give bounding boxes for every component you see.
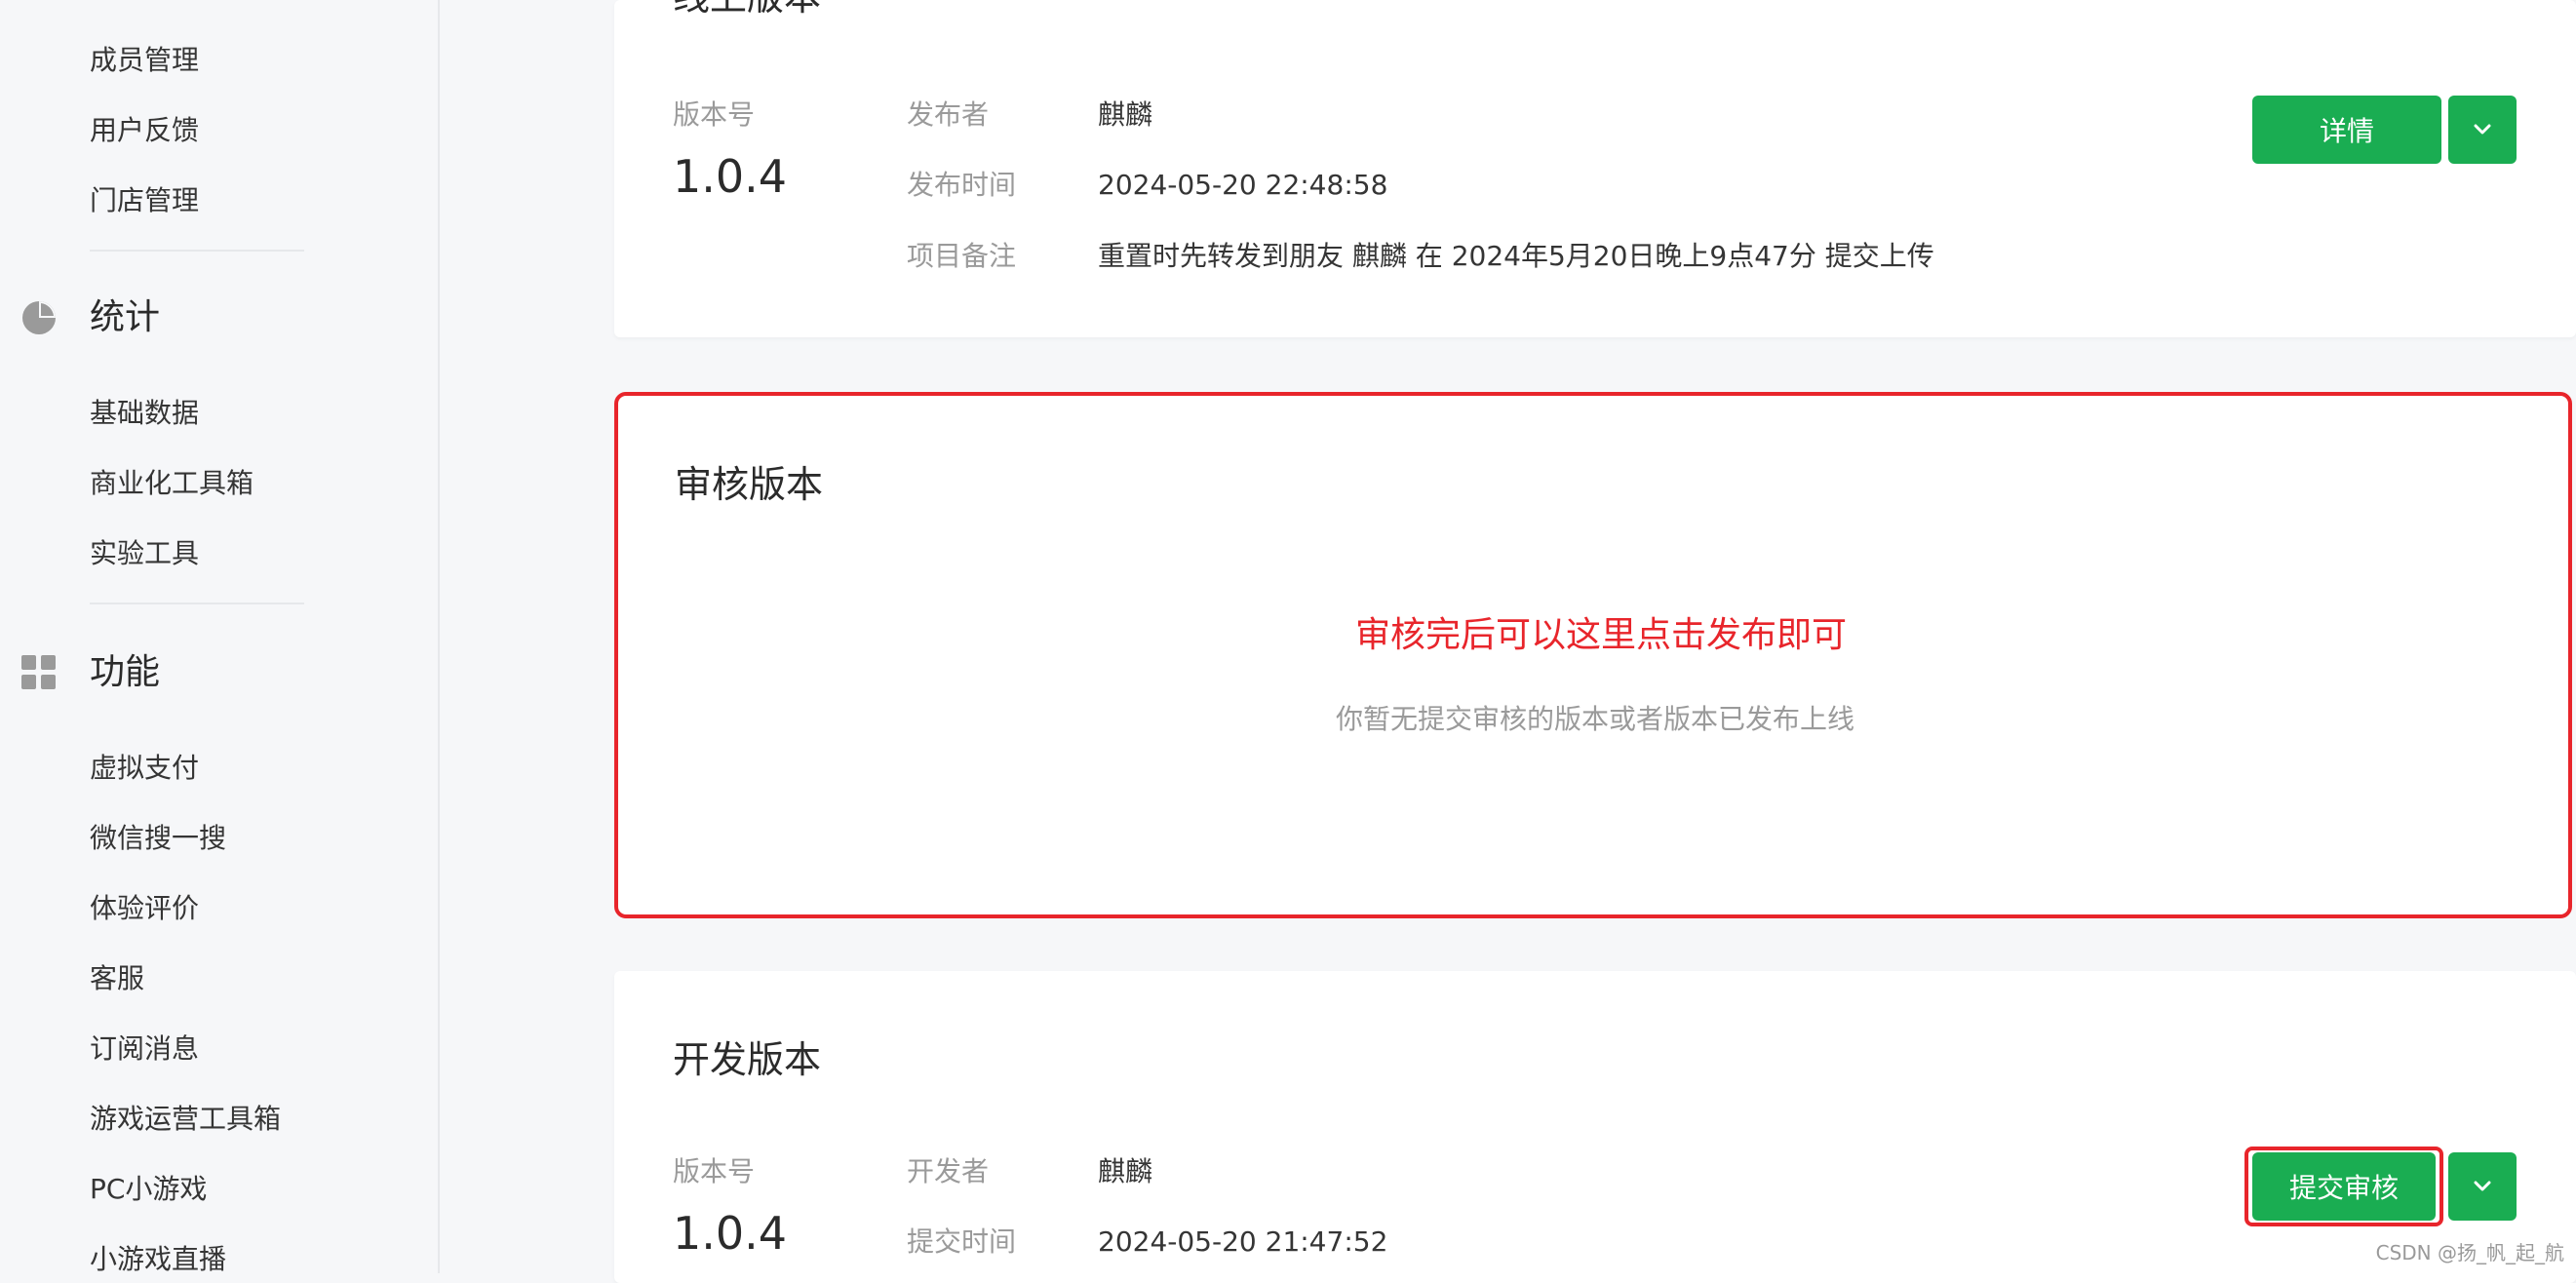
remark-value: 重置时先转发到朋友 麒麟 在 2024年5月20日晚上9点47分 提交上传 bbox=[1098, 240, 1934, 272]
sidebar-divider bbox=[90, 250, 304, 252]
version-label: 版本号 bbox=[673, 1155, 756, 1187]
submit-time-value: 2024-05-20 21:47:52 bbox=[1098, 1225, 1388, 1258]
developer-label: 开发者 bbox=[907, 1155, 990, 1187]
publish-time-value: 2024-05-20 22:48:58 bbox=[1098, 169, 1388, 201]
sidebar-item-game-live[interactable]: 小游戏直播 bbox=[90, 1242, 226, 1277]
watermark: CSDN @扬_帆_起_航 bbox=[2375, 1241, 2564, 1264]
online-more-dropdown[interactable] bbox=[2448, 96, 2517, 164]
review-empty-hint: 你暂无提交审核的版本或者版本已发布上线 bbox=[1336, 703, 1855, 735]
sidebar-category-features[interactable]: 功能 bbox=[90, 651, 160, 694]
remark-label: 项目备注 bbox=[907, 240, 1017, 272]
sidebar-item-commerce-tools[interactable]: 商业化工具箱 bbox=[90, 466, 254, 501]
annotation-text: 审核完后可以这里点击发布即可 bbox=[1355, 615, 1848, 655]
sidebar-item-subscribe-msg[interactable]: 订阅消息 bbox=[90, 1031, 199, 1067]
online-version-number: 1.0.4 bbox=[673, 150, 788, 203]
sidebar-partial-item bbox=[90, 0, 148, 6]
dev-version-title: 开发版本 bbox=[673, 1038, 822, 1081]
publisher-value: 麒麟 bbox=[1098, 98, 1153, 131]
dev-version-number: 1.0.4 bbox=[673, 1207, 788, 1260]
sidebar-item-basic-data[interactable]: 基础数据 bbox=[90, 396, 199, 431]
submit-review-button[interactable]: 提交审核 bbox=[2252, 1152, 2436, 1221]
chevron-down-icon bbox=[2474, 124, 2491, 135]
submit-time-label: 提交时间 bbox=[907, 1225, 1017, 1258]
sidebar-item-stores[interactable]: 门店管理 bbox=[90, 183, 199, 218]
sidebar-item-wechat-search[interactable]: 微信搜一搜 bbox=[90, 821, 226, 856]
pie-chart-icon bbox=[22, 301, 56, 334]
sidebar-item-virtual-pay[interactable]: 虚拟支付 bbox=[90, 751, 199, 786]
sidebar-item-experience-review[interactable]: 体验评价 bbox=[90, 891, 199, 926]
sidebar-divider bbox=[90, 603, 304, 604]
chevron-down-icon bbox=[2474, 1181, 2491, 1191]
version-label: 版本号 bbox=[673, 98, 756, 131]
sidebar-item-feedback[interactable]: 用户反馈 bbox=[90, 113, 199, 148]
online-version-card: 线上版本 版本号 1.0.4 发布者 麒麟 发布时间 2024-05-20 22… bbox=[614, 0, 2576, 337]
review-version-title: 审核版本 bbox=[675, 463, 824, 506]
publish-time-label: 发布时间 bbox=[907, 169, 1017, 201]
grid-icon bbox=[21, 655, 56, 689]
detail-button[interactable]: 详情 bbox=[2252, 96, 2441, 164]
review-version-card: 审核版本 审核完后可以这里点击发布即可 你暂无提交审核的版本或者版本已发布上线 bbox=[614, 392, 2572, 918]
developer-value: 麒麟 bbox=[1098, 1155, 1153, 1187]
sidebar-item-experiment-tools[interactable]: 实验工具 bbox=[90, 536, 199, 571]
sidebar-item-pc-game[interactable]: PC小游戏 bbox=[90, 1172, 207, 1207]
sidebar-item-members[interactable]: 成员管理 bbox=[90, 43, 199, 78]
online-version-title: 线上版本 bbox=[673, 0, 821, 19]
dev-version-card: 开发版本 版本号 1.0.4 开发者 麒麟 提交时间 2024-05-20 21… bbox=[614, 971, 2576, 1283]
publisher-label: 发布者 bbox=[907, 98, 990, 131]
sidebar: 成员管理 用户反馈 门店管理 统计 基础数据 商业化工具箱 实验工具 功能 虚拟… bbox=[0, 0, 440, 1275]
sidebar-item-customer-service[interactable]: 客服 bbox=[90, 961, 144, 996]
sidebar-category-stats[interactable]: 统计 bbox=[90, 296, 160, 339]
dev-more-dropdown[interactable] bbox=[2448, 1152, 2517, 1221]
sidebar-item-game-ops[interactable]: 游戏运营工具箱 bbox=[90, 1102, 281, 1137]
